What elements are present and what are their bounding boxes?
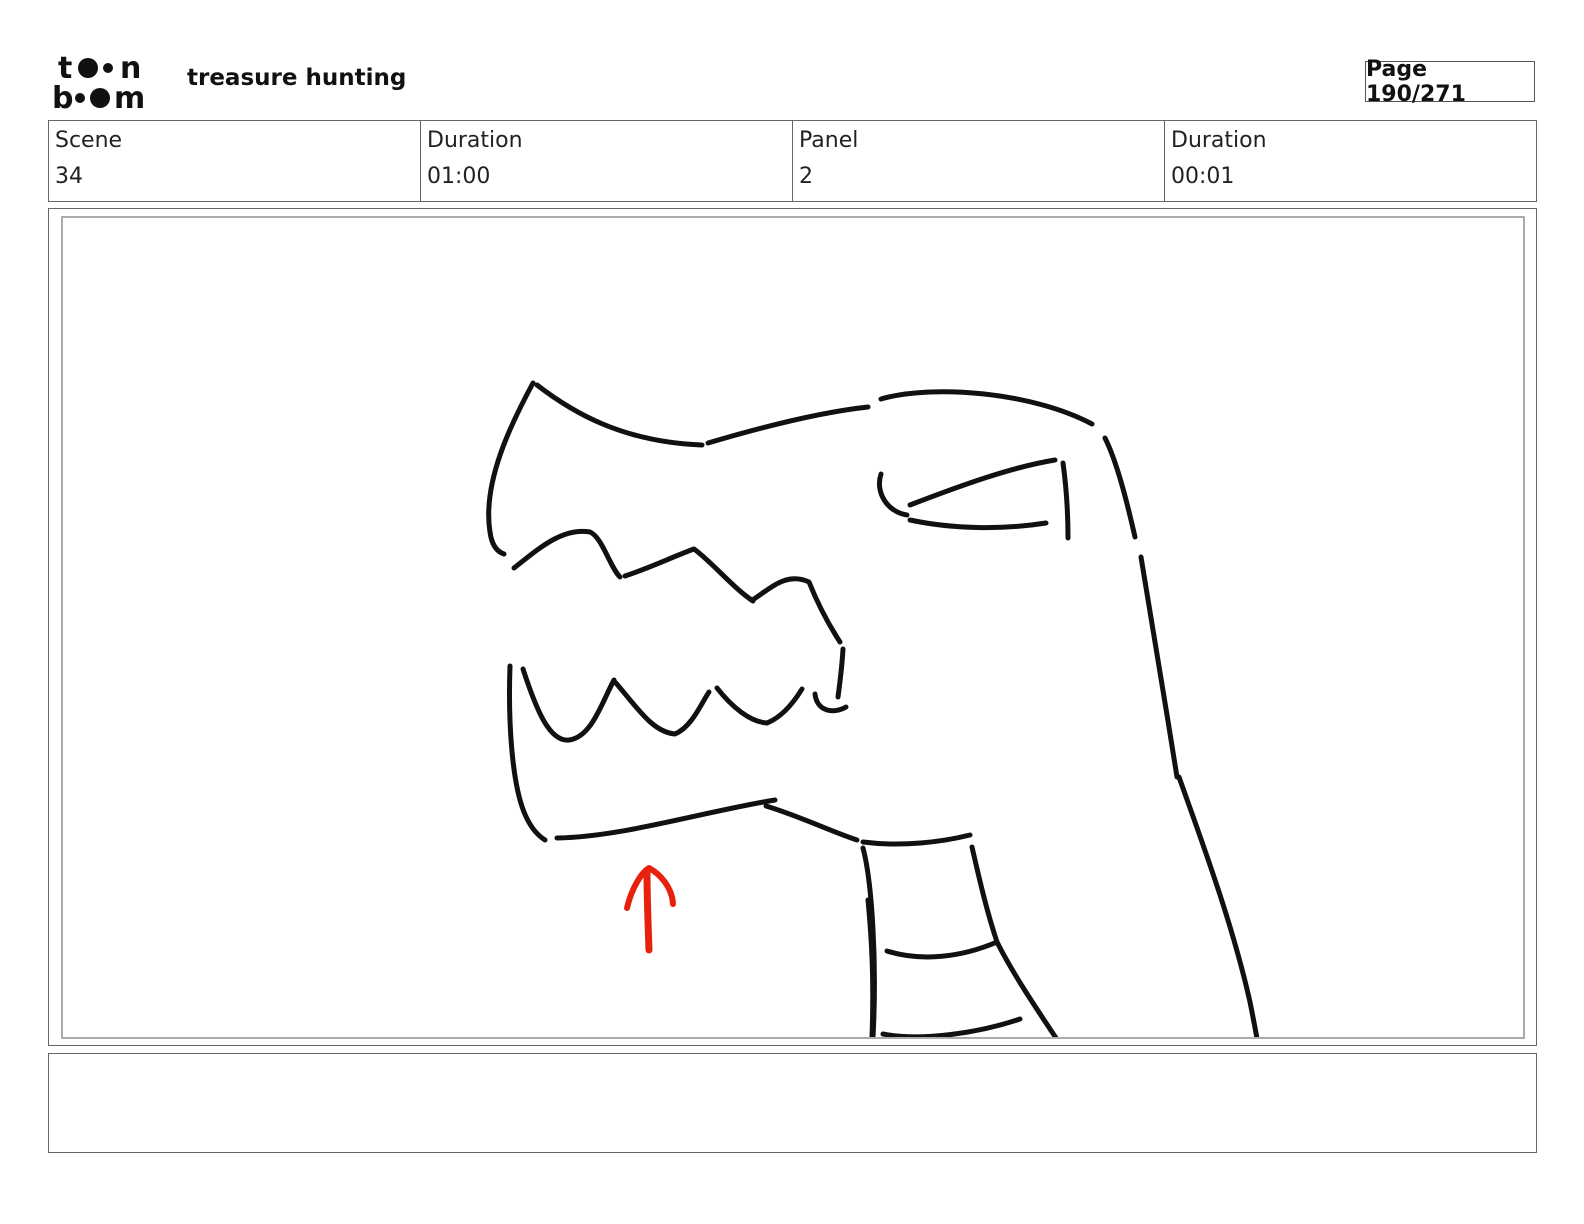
scene-duration-cell: Duration 01:00 (421, 121, 793, 201)
panel-value: 2 (799, 164, 813, 189)
scene-duration-label: Duration (427, 128, 523, 153)
dinosaur-sketch (486, 380, 1260, 1037)
scene-value: 34 (55, 164, 83, 189)
panel-cell: Panel 2 (793, 121, 1165, 201)
scene-cell: Scene 34 (49, 121, 421, 201)
svg-text:b: b (52, 81, 73, 114)
notes-box[interactable] (48, 1053, 1537, 1153)
panel-duration-cell: Duration 00:01 (1165, 121, 1536, 201)
scene-duration-value: 01:00 (427, 164, 491, 189)
svg-text:m: m (114, 81, 145, 114)
panel-canvas (61, 216, 1525, 1039)
page-indicator: Page 190/271 (1365, 57, 1535, 107)
scene-info-table: Scene 34 Duration 01:00 Panel 2 Duration… (48, 120, 1537, 202)
panel-duration-value: 00:01 (1171, 164, 1235, 189)
scene-label: Scene (55, 128, 123, 153)
dinosaur-lines (486, 380, 1260, 1037)
toon-boom-logo: t n b m (52, 51, 145, 114)
up-arrow-icon (624, 865, 676, 954)
panel-duration-label: Duration (1171, 128, 1267, 153)
project-title: treasure hunting (187, 65, 407, 91)
panel-label: Panel (799, 128, 859, 153)
